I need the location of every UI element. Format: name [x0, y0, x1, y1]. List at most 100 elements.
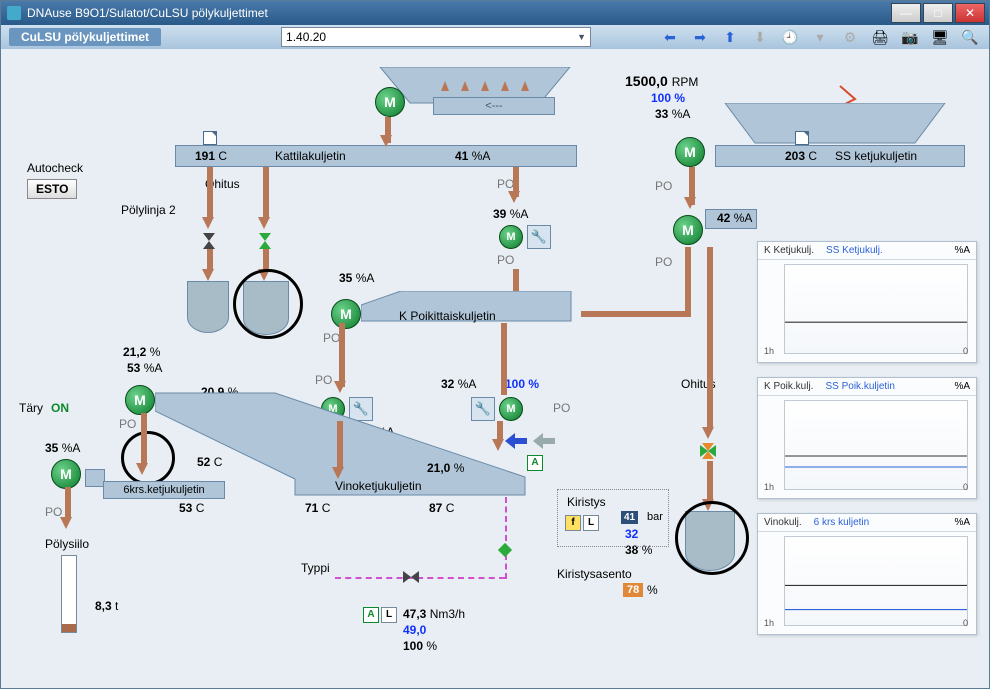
- ss-ketju-label: SS ketjukuljetin: [835, 149, 917, 163]
- po-3: PO: [497, 253, 514, 267]
- pipe-intoV1: [337, 421, 343, 467]
- maximize-button[interactable]: □: [923, 3, 953, 23]
- wrench-1[interactable]: 🔧: [527, 225, 551, 249]
- po-8: PO: [119, 417, 136, 431]
- arrow-v2: [258, 217, 270, 229]
- pipe-intoV2: [497, 421, 503, 439]
- motor-ss[interactable]: M: [675, 137, 705, 167]
- trend1-unit: %A: [954, 245, 970, 256]
- clock-icon[interactable]: 🕘: [779, 26, 801, 48]
- arrow-ohitus: [702, 427, 714, 439]
- typpi-line: [335, 577, 505, 579]
- esto-button[interactable]: ESTO: [27, 179, 77, 199]
- po-2: PO: [655, 179, 672, 193]
- trend3-x: 1h: [764, 618, 774, 628]
- check-icon-2[interactable]: [795, 131, 809, 145]
- process-canvas: 1500,0 RPM 100 % 33 %A <--- M M 191 C Ka…: [5, 51, 985, 684]
- v212: 21,2 %: [123, 345, 160, 359]
- valve-2[interactable]: [259, 233, 271, 249]
- close-button[interactable]: ✕: [955, 3, 985, 23]
- nav-back-icon[interactable]: ⬅: [659, 26, 681, 48]
- trend2-y0: 0: [963, 482, 968, 492]
- po-7: PO: [553, 401, 570, 415]
- nav-up-icon[interactable]: ⬆: [719, 26, 741, 48]
- valve-1[interactable]: [203, 233, 215, 249]
- vino-label: Vinoketjukuljetin: [335, 479, 422, 493]
- trend-1[interactable]: K Ketjukulj.SS Ketjukulj.%A 1h0: [757, 241, 977, 363]
- grey-arrow-left: [533, 433, 557, 454]
- pipe-h-kpoik: [581, 311, 691, 317]
- motor-kpoik[interactable]: M: [331, 299, 361, 329]
- typpi-A[interactable]: A: [363, 607, 379, 623]
- arrow-intoV1: [332, 467, 344, 479]
- top-percent-a: 33 %A: [655, 107, 690, 121]
- trend3-unit: %A: [954, 517, 970, 528]
- tary-label: Täry: [19, 401, 43, 415]
- po-4: PO: [655, 255, 672, 269]
- blue-arrow-left: [505, 433, 529, 454]
- autocheck-label: Autocheck: [27, 161, 83, 175]
- kattila-label: Kattilakuljetin: [275, 149, 346, 163]
- trend2-unit: %A: [954, 381, 970, 392]
- gear-icon[interactable]: ⚙: [839, 26, 861, 48]
- pipe-v1b: [207, 249, 213, 269]
- check-icon-1[interactable]: [203, 131, 217, 145]
- polylinja-label: Pölylinja 2: [121, 203, 176, 217]
- device-icon[interactable]: 🖥: [929, 26, 951, 48]
- address-input[interactable]: 1.40.20 ▼: [281, 27, 591, 47]
- arrow-v3: [508, 191, 520, 203]
- motor-top-left[interactable]: M: [375, 87, 405, 117]
- indicator-A[interactable]: A: [527, 455, 543, 471]
- window-title: DNAuse B9O1/Sulatot/CuLSU pölykuljettime…: [27, 6, 268, 20]
- ring-right: [675, 501, 749, 575]
- arrow-leftring: [136, 463, 148, 475]
- feed-direction-box[interactable]: <---: [433, 97, 555, 115]
- minimize-button[interactable]: —: [891, 3, 921, 23]
- pipe-ohitus: [707, 247, 713, 427]
- v53a: 53 %A: [127, 361, 162, 375]
- nav-down-icon: ⬇: [749, 26, 771, 48]
- motor-sm1[interactable]: M: [499, 225, 523, 249]
- rpm-value: 1500,0 RPM: [625, 73, 698, 89]
- typpi-label: Typpi: [301, 561, 330, 575]
- pipe-v-kpoik: [685, 247, 691, 317]
- typpi-valve[interactable]: [403, 571, 419, 583]
- kiristys-frame: [557, 489, 669, 547]
- nav-forward-icon[interactable]: ➡: [689, 26, 711, 48]
- motor-ss2[interactable]: M: [673, 215, 703, 245]
- pipe-leftring: [141, 413, 147, 463]
- pipe-v1: [207, 167, 213, 217]
- trend3-s2: 6 krs kuljetin: [814, 517, 870, 528]
- print-icon[interactable]: 🖨: [869, 26, 891, 48]
- po-5: PO: [323, 331, 340, 345]
- trend-2[interactable]: K Poik.kulj.SS Poik.kuljetin%A 1h0: [757, 377, 977, 499]
- pct-39: 39 %A: [493, 207, 528, 221]
- vino-71c: 71 C: [305, 501, 330, 515]
- trend1-s1: K Ketjukulj.: [764, 245, 814, 256]
- arrow-siilo: [60, 517, 72, 529]
- polysiilo-label: Pölysiilo: [45, 537, 89, 551]
- v53c: 53 C: [179, 501, 204, 515]
- typpi-v473: 47,3 Nm3/h: [403, 607, 465, 621]
- search-icon[interactable]: 🔍: [959, 26, 981, 48]
- trend1-s2: SS Ketjukulj.: [826, 245, 883, 256]
- nav-disabled-icon: ▾: [809, 26, 831, 48]
- pipe-v2: [263, 167, 269, 217]
- trend2-s1: K Poik.kulj.: [764, 381, 813, 392]
- camera-icon[interactable]: 📷: [899, 26, 921, 48]
- motor-left[interactable]: M: [125, 385, 155, 415]
- address-dropdown-icon[interactable]: ▼: [577, 32, 586, 42]
- tary-state: ON: [51, 401, 69, 415]
- pipe-kv: [339, 323, 345, 387]
- motor-farleft[interactable]: M: [51, 459, 81, 489]
- trend-3[interactable]: Vinokulj.6 krs kuljetin%A 1h0: [757, 513, 977, 635]
- kpoik-label: K Poikittaiskuljetin: [399, 309, 496, 323]
- pipe-v2b: [263, 249, 269, 269]
- po-1: PO: [497, 177, 514, 191]
- typpi-L[interactable]: L: [381, 607, 397, 623]
- pipe-row2: [501, 323, 507, 395]
- typpi-v490: 49,0: [403, 623, 426, 637]
- ss-ketju-c: 203 C: [785, 149, 817, 163]
- kiristysasento-label: Kiristysasento: [557, 567, 632, 581]
- typpi-green-valve[interactable]: [498, 543, 512, 557]
